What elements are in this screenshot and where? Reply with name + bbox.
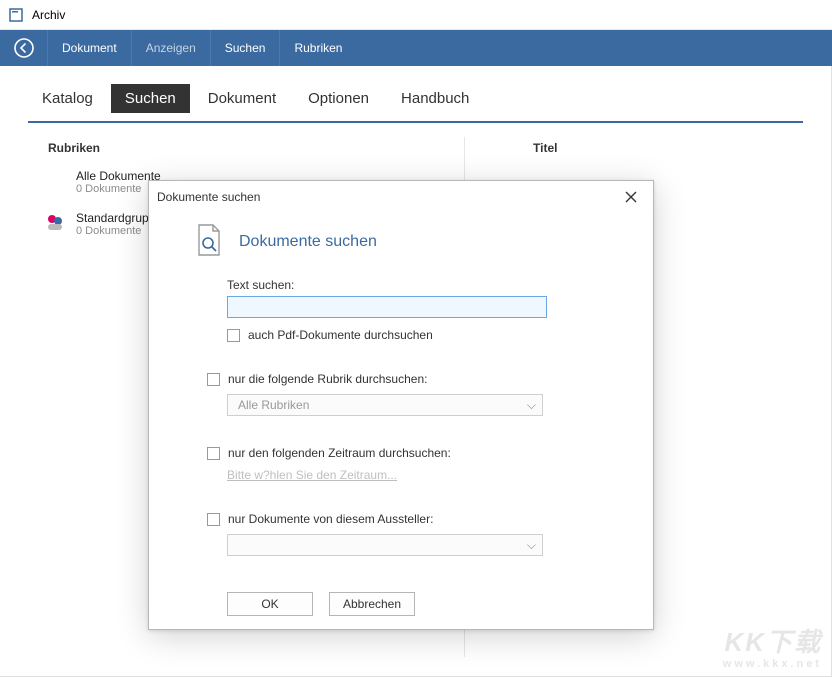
ok-button[interactable]: OK	[227, 592, 313, 616]
ribbon-tab-anzeigen[interactable]: Anzeigen	[132, 30, 211, 66]
search-label: Text suchen:	[227, 278, 629, 292]
dialog-titlebar: Dokumente suchen	[149, 181, 653, 213]
zeitraum-link[interactable]: Bitte w?hlen Sie den Zeitraum...	[227, 468, 629, 482]
search-dialog: Dokumente suchen Dokumente suchen Text s…	[148, 180, 654, 630]
ribbon-tab-suchen[interactable]: Suchen	[211, 30, 281, 66]
title-bar: Archiv	[0, 0, 832, 30]
document-search-icon	[195, 223, 223, 260]
checkbox-rubrik[interactable]	[207, 373, 220, 386]
dialog-title: Dokumente suchen	[157, 190, 260, 204]
rubriken-header: Rubriken	[20, 137, 456, 165]
cancel-button[interactable]: Abbrechen	[329, 592, 415, 616]
rubrik-select[interactable]: Alle Rubriken ⌵	[227, 394, 543, 416]
tab-handbuch[interactable]: Handbuch	[387, 84, 483, 113]
checkbox-pdf[interactable]	[227, 329, 240, 342]
search-input[interactable]	[227, 296, 547, 318]
checkbox-zeitraum[interactable]	[207, 447, 220, 460]
tab-katalog[interactable]: Katalog	[28, 84, 107, 113]
dialog-heading-row: Dokumente suchen	[195, 223, 629, 260]
tab-dokument[interactable]: Dokument	[194, 84, 290, 113]
tab-optionen[interactable]: Optionen	[294, 84, 383, 113]
titel-header: Titel	[505, 137, 811, 165]
close-button[interactable]	[617, 187, 645, 207]
app-icon	[8, 7, 24, 23]
checkbox-pdf-label: auch Pdf-Dokumente durchsuchen	[248, 328, 433, 342]
dialog-body: Dokumente suchen Text suchen: auch Pdf-D…	[149, 213, 653, 632]
app-title: Archiv	[32, 8, 65, 22]
rubrik-select-value: Alle Rubriken	[238, 398, 309, 412]
chevron-down-icon: ⌵	[527, 398, 536, 413]
checkbox-aussteller-label: nur Dokumente von diesem Aussteller:	[228, 512, 433, 526]
chevron-down-icon: ⌵	[527, 538, 536, 553]
group-icon	[44, 211, 66, 233]
ribbon: Dokument Anzeigen Suchen Rubriken	[0, 30, 832, 66]
dialog-heading: Dokumente suchen	[239, 233, 377, 251]
divider	[28, 121, 803, 123]
tab-suchen[interactable]: Suchen	[111, 84, 190, 113]
back-button[interactable]	[0, 30, 48, 66]
checkbox-aussteller[interactable]	[207, 513, 220, 526]
ribbon-tab-rubriken[interactable]: Rubriken	[280, 30, 356, 66]
aussteller-select[interactable]: ⌵	[227, 534, 543, 556]
secondary-tabs: Katalog Suchen Dokument Optionen Handbuc…	[0, 66, 831, 113]
checkbox-rubrik-label: nur die folgende Rubrik durchsuchen:	[228, 372, 427, 386]
checkbox-zeitraum-label: nur den folgenden Zeitraum durchsuchen:	[228, 446, 451, 460]
ribbon-tab-dokument[interactable]: Dokument	[48, 30, 132, 66]
